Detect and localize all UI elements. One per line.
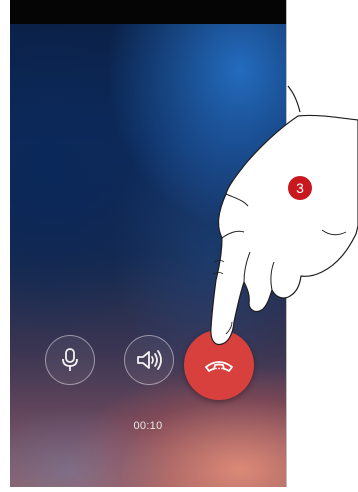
end-call-button[interactable] — [184, 330, 254, 400]
speaker-icon — [137, 350, 162, 370]
microphone-icon — [62, 348, 78, 371]
mute-microphone-button[interactable] — [45, 335, 95, 385]
call-timer: 00:10 — [133, 420, 163, 432]
phone-screen: 00:10 — [10, 0, 287, 487]
speaker-button[interactable] — [124, 335, 174, 385]
background-glow — [10, 0, 286, 487]
hang-up-icon — [205, 361, 233, 372]
step-number-badge: 3 — [288, 176, 312, 200]
